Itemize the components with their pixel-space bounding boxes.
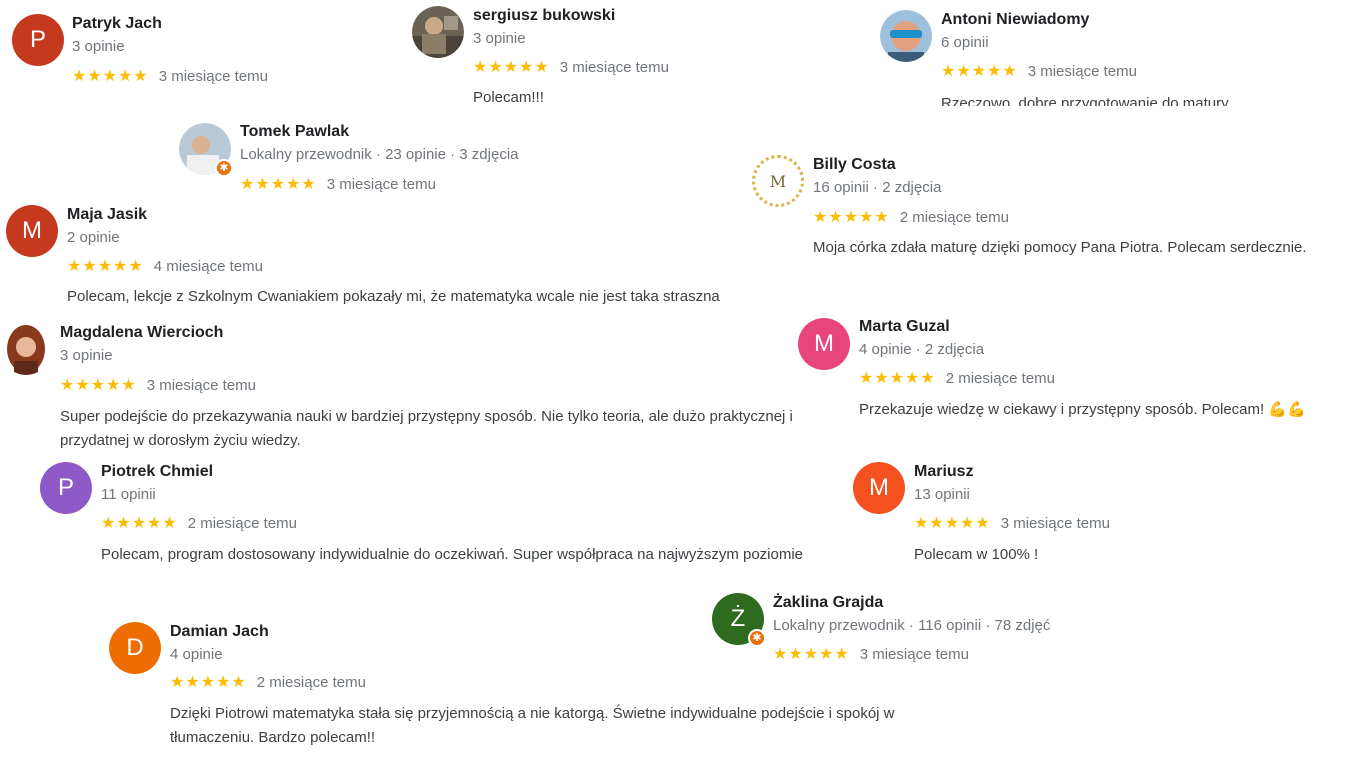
reviewer-meta: Lokalny przewodnik · 116 opinii · 78 zdj…: [773, 617, 1051, 634]
avatar-initial: P: [57, 474, 74, 501]
rating-line: ★★★★★ 2 miesiące temu: [859, 368, 1055, 388]
rating-line: ★★★★★ 3 miesiące temu: [473, 57, 669, 77]
review-time: 3 miesiące temu: [1000, 514, 1110, 532]
avatar[interactable]: M: [853, 462, 905, 514]
reviewer-name[interactable]: Antoni Niewiadomy: [941, 11, 1089, 29]
rating-line: ★★★★★ 3 miesiące temu: [240, 174, 436, 194]
rating-line: ★★★★★ 2 miesiące temu: [170, 672, 366, 692]
avatar[interactable]: D: [109, 622, 161, 674]
avatar[interactable]: M: [6, 205, 58, 257]
reviewer-meta: 3 opinie: [60, 347, 113, 364]
avatar-initial: M: [814, 330, 834, 357]
avatar[interactable]: P: [40, 462, 92, 514]
profile-photo-icon: [412, 6, 464, 58]
profile-photo-icon: [0, 323, 52, 375]
review-text: Przekazuje wiedzę w ciekawy i przystępny…: [859, 401, 1306, 418]
reviewer-name[interactable]: sergiusz bukowski: [473, 7, 615, 25]
rating-line: ★★★★★ 3 miesiące temu: [60, 375, 256, 395]
reviewer-name[interactable]: Piotrek Chmiel: [101, 463, 213, 481]
star-rating-icon: ★★★★★: [101, 515, 178, 532]
reviewer-meta: 3 opinie: [72, 38, 125, 55]
avatar[interactable]: M: [752, 155, 804, 207]
reviewer-meta: 3 opinie: [473, 30, 526, 47]
local-guide-badge-icon: ✱: [215, 159, 233, 177]
avatar-initial: M: [769, 171, 787, 191]
star-rating-icon: ★★★★★: [859, 370, 936, 387]
star-rating-icon: ★★★★★: [72, 68, 149, 85]
reviewer-meta: Lokalny przewodnik · 23 opinie · 3 zdjęc…: [240, 146, 519, 163]
rating-line: ★★★★★ 4 miesiące temu: [67, 256, 263, 276]
star-rating-icon: ★★★★★: [813, 209, 890, 226]
reviewer-meta: 6 opinii: [941, 34, 989, 51]
reviewer-name[interactable]: Mariusz: [914, 463, 974, 481]
reviewer-name[interactable]: Billy Costa: [813, 156, 896, 174]
star-rating-icon: ★★★★★: [240, 176, 317, 193]
star-rating-icon: ★★★★★: [170, 674, 247, 691]
reviewer-meta: 13 opinii: [914, 486, 970, 503]
avatar[interactable]: Ż ✱: [712, 593, 766, 647]
avatar-initial: D: [126, 634, 144, 661]
rating-line: ★★★★★ 2 miesiące temu: [101, 513, 297, 533]
rating-line: ★★★★★ 2 miesiące temu: [813, 207, 1009, 227]
review-time: 3 miesiące temu: [326, 175, 436, 193]
avatar[interactable]: P: [12, 14, 64, 66]
review-time: 2 miesiące temu: [899, 208, 1009, 226]
profile-photo-icon: [880, 10, 932, 62]
reviewer-meta: 11 opinii: [101, 486, 156, 503]
reviewer-meta: 4 opinie · 2 zdjęcia: [859, 341, 985, 358]
review-time: 2 miesiące temu: [945, 369, 1055, 387]
star-rating-icon: ★★★★★: [941, 63, 1018, 80]
reviewer-name[interactable]: Magdalena Wiercioch: [60, 324, 223, 342]
reviewer-name[interactable]: Patryk Jach: [72, 15, 162, 33]
reviewer-name[interactable]: Maja Jasik: [67, 206, 147, 224]
local-guide-badge-icon: ✱: [748, 629, 766, 647]
review-time: 4 miesiące temu: [153, 257, 263, 275]
rating-line: ★★★★★ 3 miesiące temu: [773, 644, 969, 664]
reviewer-name[interactable]: Żaklina Grajda: [773, 594, 883, 612]
review-text: Super podejście do przekazywania nauki w…: [60, 408, 793, 449]
star-rating-icon: ★★★★★: [60, 377, 137, 394]
review-time: 3 miesiące temu: [859, 645, 969, 663]
review-text: Polecam, lekcje z Szkolnym Cwaniakiem po…: [67, 288, 720, 305]
avatar-initial: Ż: [730, 605, 746, 632]
review-time: 3 miesiące temu: [1027, 62, 1137, 80]
avatar-initial: M: [869, 474, 889, 501]
review-time: 3 miesiące temu: [158, 67, 268, 85]
star-rating-icon: ★★★★★: [67, 258, 144, 275]
review-time: 3 miesiące temu: [559, 58, 669, 76]
star-rating-icon: ★★★★★: [473, 59, 550, 76]
reviewer-name[interactable]: Tomek Pawlak: [240, 123, 349, 141]
reviewer-meta: 16 opinii · 2 zdjęcia: [813, 179, 942, 196]
avatar[interactable]: [880, 10, 932, 62]
avatar-initial: M: [22, 217, 42, 244]
rating-line: ★★★★★ 3 miesiące temu: [72, 66, 268, 86]
avatar[interactable]: [412, 6, 464, 58]
review-text: Polecam w 100% !: [914, 546, 1039, 563]
reviewer-meta: 2 opinie: [67, 229, 120, 246]
avatar[interactable]: [0, 323, 52, 375]
reviewer-name[interactable]: Marta Guzal: [859, 318, 950, 336]
star-rating-icon: ★★★★★: [914, 515, 991, 532]
avatar[interactable]: ✱: [179, 123, 233, 177]
avatar-initial: P: [29, 26, 46, 53]
review-time: 3 miesiące temu: [146, 376, 256, 394]
rating-line: ★★★★★ 3 miesiące temu: [914, 513, 1110, 533]
review-text: Polecam!!!: [473, 89, 544, 106]
review-text: Moja córka zdała maturę dzięki pomocy Pa…: [813, 239, 1307, 256]
review-text: Dzięki Piotrowi matematyka stała się prz…: [170, 705, 895, 746]
review-time: 2 miesiące temu: [256, 673, 366, 691]
reviewer-name[interactable]: Damian Jach: [170, 623, 269, 641]
star-rating-icon: ★★★★★: [773, 646, 850, 663]
review-text: Rzeczowo, dobre przygotowanie do matury: [941, 95, 1229, 106]
review-time: 2 miesiące temu: [187, 514, 297, 532]
avatar[interactable]: M: [798, 318, 850, 370]
rating-line: ★★★★★ 3 miesiące temu: [941, 61, 1137, 81]
review-text: Polecam, program dostosowany indywidualn…: [101, 546, 804, 563]
reviewer-meta: 4 opinie: [170, 646, 223, 663]
